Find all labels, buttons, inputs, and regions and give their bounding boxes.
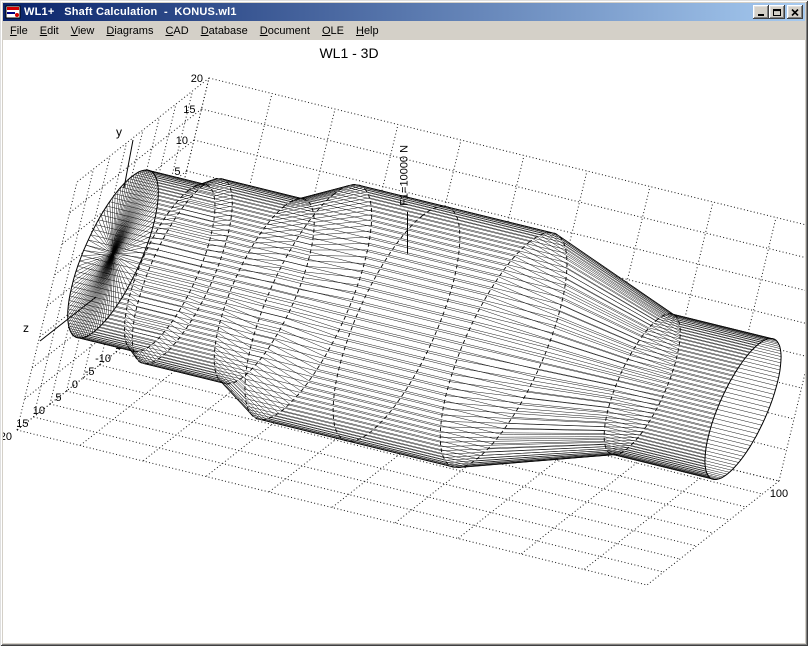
- app-icon-image: [5, 4, 21, 20]
- z-tick-label: 15: [16, 418, 28, 430]
- menu-bar: FileEditViewDiagramsCADDatabaseDocumentO…: [3, 21, 805, 40]
- close-icon: [791, 9, 799, 16]
- menu-item-diagrams[interactable]: Diagrams: [100, 23, 159, 39]
- plot-area: 20151050-5-10-15-20-20-15-10-50510152010…: [3, 40, 805, 643]
- menu-item-database[interactable]: Database: [195, 23, 254, 39]
- close-button[interactable]: [787, 5, 803, 19]
- plot-title: WL1 - 3D: [319, 45, 378, 61]
- app-window: WL1+ Shaft Calculation - KONUS.wl1 FileE: [0, 0, 808, 646]
- y-tick-label: 10: [176, 135, 188, 147]
- app-icon[interactable]: [5, 4, 21, 20]
- z-axis-label: z: [23, 321, 29, 335]
- window-controls: [753, 5, 803, 19]
- minimize-icon: [757, 9, 765, 16]
- maximize-icon: [773, 9, 781, 16]
- z-tick-label: -10: [95, 353, 111, 365]
- title-bar[interactable]: WL1+ Shaft Calculation - KONUS.wl1: [3, 3, 805, 21]
- menu-item-help[interactable]: Help: [350, 23, 385, 39]
- plot-title-text: WL1 - 3D: [319, 45, 378, 61]
- y-axis-label: y: [116, 125, 122, 139]
- menu-item-document[interactable]: Document: [254, 23, 316, 39]
- maximize-button[interactable]: [769, 5, 785, 19]
- minimize-button[interactable]: [753, 5, 769, 19]
- menu-item-view[interactable]: View: [65, 23, 101, 39]
- y-tick-label: 5: [174, 166, 180, 178]
- menu-item-edit[interactable]: Edit: [34, 23, 65, 39]
- z-tick-label: -5: [85, 366, 95, 378]
- window-title: WL1+ Shaft Calculation - KONUS.wl1: [24, 6, 753, 18]
- y-tick-label: 15: [183, 104, 195, 116]
- y-tick-label: 20: [191, 73, 203, 85]
- shaft-wireframe: [68, 170, 781, 480]
- menu-item-ole[interactable]: OLE: [316, 23, 350, 39]
- x-tick-label: 100: [770, 488, 788, 500]
- z-tick-label: 0: [72, 379, 78, 391]
- shaft-3d-view: 20151050-5-10-15-20-20-15-10-50510152010…: [3, 40, 805, 643]
- menu-item-file[interactable]: File: [4, 23, 34, 39]
- force-annotation: F1=10000 N: [399, 145, 411, 206]
- z-tick-label: 5: [55, 392, 61, 404]
- z-tick-label: 10: [33, 405, 45, 417]
- z-tick-label: 20: [3, 431, 12, 443]
- menu-item-cad[interactable]: CAD: [159, 23, 194, 39]
